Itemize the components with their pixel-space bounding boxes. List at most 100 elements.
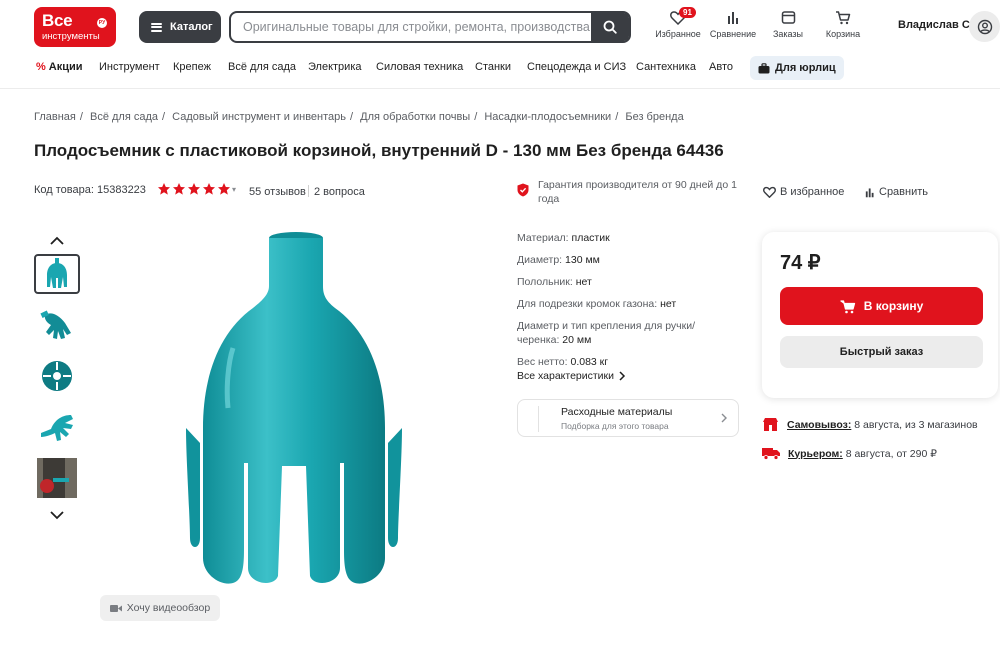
add-to-cart-label: В корзину: [863, 299, 924, 313]
add-to-favorites-button[interactable]: В избранное: [763, 186, 844, 198]
compare-label: Сравнить: [879, 186, 929, 198]
breadcrumb-item[interactable]: Садовый инструмент и инвентарь: [172, 111, 346, 123]
spec-value: 130 мм: [565, 254, 600, 266]
nav-item[interactable]: Крепеж: [173, 61, 211, 73]
courier-info: Курьером: 8 августа, от 290 ₽: [762, 447, 937, 460]
business-label: Для юрлиц: [775, 62, 836, 74]
pickup-text: 8 августа, из 3 магазинов: [854, 418, 978, 431]
spec-label: Полольник:: [517, 276, 573, 288]
breadcrumb-item[interactable]: Главная: [34, 111, 76, 123]
video-label: Хочу видеообзор: [126, 602, 211, 614]
favorites-link[interactable]: 91 Избранное: [655, 7, 701, 39]
spec-row: Материал: пластик: [517, 231, 727, 245]
divider: [538, 406, 539, 432]
spec-row: Диаметр: 130 мм: [517, 253, 727, 267]
spec-row: Диаметр и тип крепления для ручки/черенк…: [517, 319, 727, 347]
nav-sale[interactable]: % Акции: [36, 61, 83, 73]
product-code: Код товара: 15383223: [34, 184, 146, 196]
thumbnail[interactable]: [34, 305, 80, 345]
user-name[interactable]: Владислав С.: [898, 19, 973, 31]
breadcrumb-item[interactable]: Всё для сада: [90, 111, 158, 123]
business-button[interactable]: Для юрлиц: [750, 56, 844, 80]
nav-item[interactable]: Всё для сада: [228, 61, 296, 73]
hamburger-icon: [151, 22, 162, 32]
thumbnails-down-button[interactable]: [48, 508, 66, 520]
product-thumbnail-image: [40, 310, 71, 339]
avatar[interactable]: [969, 11, 1000, 42]
specs-list: Материал: пластик Диаметр: 130 мм Пололь…: [517, 231, 727, 377]
quick-order-button[interactable]: Быстрый заказ: [780, 336, 983, 368]
thumbnail[interactable]: [34, 356, 80, 396]
consumables-card[interactable]: Расходные материалы Подборка для этого т…: [517, 399, 739, 437]
thumbnail[interactable]: [34, 458, 80, 498]
search-placeholder: Оригинальные товары для стройки, ремонта…: [243, 20, 590, 34]
store-pickup-icon: [763, 418, 778, 431]
star-icon: [158, 183, 170, 195]
consumables-title: Расходные материалы: [561, 406, 673, 418]
pickup-label[interactable]: Самовывоз:: [787, 419, 851, 431]
thumbnails-up-button[interactable]: [48, 234, 66, 246]
nav-item[interactable]: Инструмент: [99, 61, 160, 73]
spec-label: Диаметр:: [517, 254, 563, 266]
reviews-link[interactable]: 55 отзывов: [249, 186, 306, 198]
breadcrumb-item[interactable]: Для обработки почвы: [360, 111, 470, 123]
compare-link[interactable]: Сравнение: [709, 10, 757, 39]
breadcrumb: Главная / Всё для сада / Садовый инструмен…: [34, 111, 684, 123]
spec-label: Материал:: [517, 232, 569, 244]
nav-sale-label: Акции: [48, 61, 83, 73]
chevron-right-icon: [721, 413, 727, 423]
category-nav: % Акции Инструмент Крепеж Всё для сада Эл…: [0, 53, 1000, 89]
product-main-image[interactable]: [178, 228, 424, 590]
nav-item[interactable]: Спецодежда и СИЗ: [527, 61, 626, 73]
logo-line2: инструменты: [42, 31, 100, 42]
add-to-compare-button[interactable]: Сравнить: [864, 186, 928, 198]
nav-item[interactable]: Электрика: [308, 61, 362, 73]
pickup-info: Самовывоз: 8 августа, из 3 магазинов: [762, 417, 978, 432]
cart-label: Корзина: [825, 29, 861, 39]
product-thumbnail-image: [37, 458, 77, 498]
product-thumbnail-image: [41, 415, 73, 441]
spec-row: Вес нетто: 0.083 кг: [517, 355, 727, 369]
breadcrumb-item[interactable]: Без бренда: [625, 111, 683, 123]
add-to-cart-button[interactable]: В корзину: [780, 287, 983, 325]
courier-text: 8 августа, от 290 ₽: [845, 447, 937, 460]
star-icon: [173, 183, 185, 195]
questions-link[interactable]: 2 вопроса: [314, 186, 365, 198]
all-specs-link[interactable]: Все характеристики: [517, 370, 626, 382]
fruit-picker-image: [186, 232, 402, 584]
orders-link[interactable]: Заказы: [770, 10, 806, 39]
shield-icon: [517, 183, 529, 197]
spec-label: Диаметр и тип крепления для ручки/черенк…: [517, 320, 696, 346]
catalog-button[interactable]: Каталог: [139, 11, 221, 43]
thumbnail[interactable]: [34, 254, 80, 294]
chevron-down-icon[interactable]: ▾: [232, 185, 236, 194]
video-review-button[interactable]: Хочу видеообзор: [100, 595, 220, 621]
spec-value: нет: [660, 298, 677, 310]
rating-stars[interactable]: [157, 182, 231, 196]
search-button[interactable]: [591, 13, 629, 41]
nav-item[interactable]: Станки: [475, 61, 511, 73]
nav-item[interactable]: Силовая техника: [376, 61, 463, 73]
spec-row: Полольник: нет: [517, 275, 727, 289]
orders-icon: [781, 11, 795, 24]
logo[interactable]: Все инструменты РУ: [34, 7, 116, 47]
user-icon: [977, 19, 992, 34]
catalog-label: Каталог: [170, 21, 213, 33]
quick-order-label: Быстрый заказ: [839, 346, 924, 358]
spec-row: Для подрезки кромок газона: нет: [517, 297, 727, 311]
video-camera-icon: [109, 604, 122, 612]
star-icon: [188, 183, 200, 195]
spec-value: 0.083 кг: [570, 356, 609, 368]
thumbnail[interactable]: [34, 407, 80, 447]
favorites-count-badge: 91: [679, 7, 696, 18]
cart-link[interactable]: Корзина: [824, 10, 862, 39]
price: 74 ₽: [780, 252, 821, 274]
search-input[interactable]: Оригинальные товары для стройки, ремонта…: [229, 11, 631, 43]
chevron-down-icon: [50, 511, 64, 520]
cart-icon: [836, 11, 851, 25]
courier-label[interactable]: Курьером:: [788, 448, 843, 460]
nav-item[interactable]: Авто: [709, 61, 733, 73]
page-title: Плодосъемник с пластиковой корзиной, вну…: [34, 141, 724, 160]
breadcrumb-item[interactable]: Насадки-плодосъемники: [484, 111, 611, 123]
nav-item[interactable]: Сантехника: [636, 61, 696, 73]
